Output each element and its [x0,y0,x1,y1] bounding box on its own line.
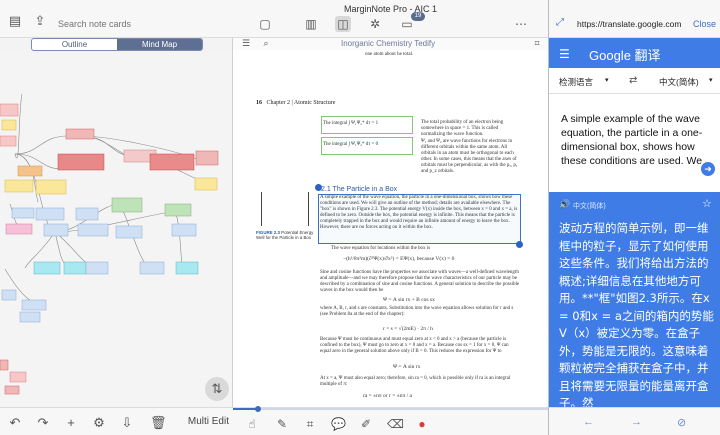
document-title[interactable]: Inorganic Chemistry Tedify [341,39,435,48]
target-language-dropdown-icon[interactable]: ▾ [709,76,713,84]
gear-icon[interactable]: ⚙ [92,416,106,430]
eraser-icon[interactable]: ⌫ [387,417,404,431]
language-bar: 检测语言 ▾ ⇄ 中文(简体) ▾ [549,68,720,94]
translation-language: 中文(简体) [573,203,606,210]
outline-list-icon[interactable]: ☰ [238,35,254,51]
highlighter-icon[interactable]: ✎ [275,417,289,431]
segment-outline[interactable]: Outline [32,39,117,50]
left-toolbar: ▤ ⇪ [0,0,233,38]
translate-title: Google 翻译 [589,48,661,63]
window-title: MarginNote Pro - AIC 1 [343,4,438,14]
equation-1: The integral ∫ Ψ₁Ψ₂* dτ = 1 [323,121,379,126]
equation-2-text: Ψ₁ and Ψ₂ are wave functions for electro… [421,139,518,174]
selection-handle-start[interactable] [315,184,322,191]
equation-1-text: The total probability of an electron bei… [421,120,504,137]
reading-progress-bar[interactable] [233,406,548,412]
page-number: 16 [256,100,262,106]
speaker-icon[interactable]: 🔊 [559,199,570,210]
translation-text: 波动方程的简单示例，即一维框中的粒子，显示了如何使用这些条件。我们将给出方法的概… [559,221,714,410]
redo-icon[interactable]: ↷ [36,416,50,430]
equation-2: The integral ∫ Ψ₁Ψ₂* dτ = 0 [323,142,379,147]
page-top-text: one atom about he total. [365,52,414,57]
export-icon[interactable]: ⇩ [120,416,134,430]
source-language-dropdown-icon[interactable]: ▾ [605,76,609,84]
segment-mind-map[interactable]: Mind Map [117,39,202,50]
source-textbox[interactable]: A simple example of the wave equation, t… [549,94,720,184]
menu-icon[interactable]: ☰ [559,47,570,61]
source-language[interactable]: 检测语言 [559,76,593,88]
document-pane: MarginNote Pro - AIC 1 ▢ ▥ ◫ ✲ ▭ 19 ⋯ ☰ … [233,0,548,435]
google-translate-header: ☰ Google 翻译 [549,38,720,68]
pdf-page[interactable]: one atom about he total. 16 Chapter 2 | … [233,50,548,407]
swap-languages-icon[interactable]: ⇄ [629,75,637,86]
reading-progress-knob[interactable] [255,406,262,412]
main-toolbar: MarginNote Pro - AIC 1 ▢ ▥ ◫ ✲ ▭ 19 ⋯ [233,0,548,38]
share-icon[interactable]: ⇪ [33,14,47,28]
close-button[interactable]: Close [693,19,716,29]
plus-icon[interactable]: + [64,416,78,430]
paragraph-5: At x = a, Ψ must also equal zero; theref… [320,376,511,387]
chapter-label: Chapter 2 [266,100,291,106]
review-badge: 19 [411,12,425,21]
app-window: ▤ ⇪ Outline Mind Map [0,0,720,435]
document-icon[interactable]: ▥ [303,16,319,32]
target-language[interactable]: 中文(简体) [659,76,699,88]
crop-icon[interactable]: ⌗ [529,35,545,51]
equation-5: r = s = √(2mE) · 2π / h [383,326,433,332]
web-toolbar: ⤢ https://translate.google.com Close [549,0,720,38]
mindmap-canvas[interactable] [0,54,232,406]
paragraph-1: The wave equation for locations within t… [331,246,431,251]
figure-box-diagram [261,192,309,226]
equation-3: −(h²/8π²m)(∂²Ψ(x)/∂x²) = EΨ(x), because … [343,256,455,262]
reader-toolbar: ☝ ✎ ⌗ 💬 ✐ ⌫ ● [233,406,548,435]
expand-icon[interactable]: ⤢ [556,17,564,28]
equation-7: ra = ±nπ or r = ±nπ / a [363,393,412,399]
translate-go-icon[interactable]: ➜ [701,162,715,176]
equation-6: Ψ = A sin rx [393,364,421,370]
crop-select-icon[interactable]: ⌗ [303,417,317,431]
mindmap-graph [0,93,219,395]
paragraph-2: Sine and cosine functions have the prope… [320,270,520,293]
view-segmented-control: Outline Mind Map [31,38,203,51]
stop-icon[interactable]: ⊘ [677,416,686,429]
multi-edit-button[interactable]: Multi Edit [188,416,229,427]
web-bottom-bar: ← → ⊘ [549,407,720,435]
page-header: 16 Chapter 2 | Atomic Structure [256,100,336,106]
source-text: A simple example of the wave equation, t… [561,113,703,167]
sidebar-toggle-icon[interactable]: ▤ [8,14,22,28]
mindmap-icon[interactable]: ✲ [367,16,383,32]
chapter-title: Atomic Structure [293,100,336,106]
more-icon[interactable]: ⋯ [513,16,529,32]
search-input[interactable] [58,16,208,32]
paragraph-3: where A, B, r, and s are constants. Subs… [320,306,514,317]
back-icon[interactable]: ← [583,416,594,428]
search-icon[interactable]: ⌕ [258,35,274,51]
undo-icon[interactable]: ↶ [8,416,22,430]
mindmap-pane: ▤ ⇪ Outline Mind Map [0,0,233,435]
color-swatch-icon[interactable]: ● [415,417,429,431]
paragraph-4: Because Ψ must be continuous and must eq… [320,337,509,354]
split-view-icon[interactable]: ◫ [335,16,351,32]
hand-tool-icon[interactable]: ☝ [245,417,259,431]
highlight-text: A simple example of the wave equation, t… [320,195,518,230]
url-field[interactable]: https://translate.google.com [577,19,685,29]
equation-4: Ψ = A sin rx + B cos sx [383,297,435,303]
delete-icon[interactable]: 🗑 [150,416,167,430]
document-title-bar: ☰ ⌕ Inorganic Chemistry Tedify ⌗ [233,38,548,50]
figure-caption: FIGURE 2.3 Potential Energy Well for the… [256,230,314,240]
forward-icon[interactable]: → [631,416,642,428]
mindmap-nodes [0,103,219,395]
left-bottom-toolbar: ↶ ↷ + ⚙ ⇩ 🗑 Multi Edit [0,407,233,435]
web-panel: ⤢ https://translate.google.com Close ☰ G… [548,0,720,435]
cards-icon[interactable]: ▢ [257,16,273,32]
translation-card: 🔊 中文(简体) ☆ 波动方程的简单示例，即一维框中的粒子，显示了如何使用这些条… [549,192,720,410]
mindmap-layout-button[interactable]: ⇅ [205,377,229,401]
section-heading: 2.1 The Particle in a Box [321,186,398,193]
pen-icon[interactable]: ✐ [359,417,373,431]
star-icon[interactable]: ☆ [702,197,712,210]
comment-icon[interactable]: 💬 [331,417,346,431]
